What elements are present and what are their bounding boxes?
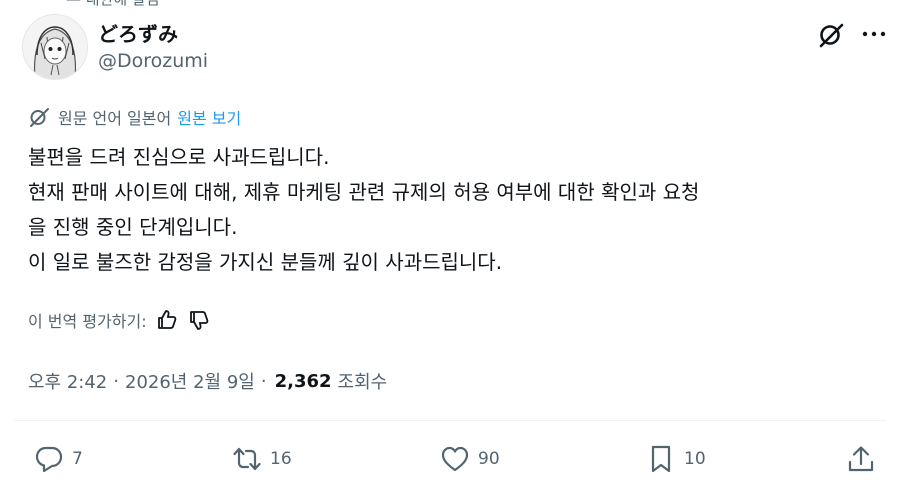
reply-button[interactable]: 7 (34, 444, 83, 474)
more-options-icon[interactable] (860, 22, 888, 46)
thumbs-up-icon[interactable] (155, 308, 179, 332)
meta-separator: · (113, 370, 119, 392)
rate-translation-row: 이 번역 평가하기: (28, 308, 211, 332)
views-count: 2,362 (274, 370, 332, 392)
tweet-meta: 오후 2:42 · 2026년 2월 9일 · 2,362 조회수 (28, 368, 387, 394)
bookmark-icon (651, 445, 671, 473)
retweet-count: 16 (270, 449, 292, 469)
like-count: 90 (478, 449, 500, 469)
divider (14, 420, 886, 421)
bookmark-button[interactable]: 10 (646, 444, 706, 474)
tweet-text: 불편을 드려 진심으로 사과드립니다. 현재 판매 사이트에 대해, 제휴 마케… (28, 145, 700, 274)
views-label: 조회수 (337, 372, 388, 393)
share-icon (848, 446, 874, 472)
show-original-link[interactable]: 원본 보기 (177, 105, 241, 129)
avatar-drawing-icon (23, 15, 87, 79)
previous-post-fade: — 내한해 알림 (0, 0, 900, 8)
display-name[interactable]: どろずみ (98, 18, 178, 47)
like-button[interactable]: 90 (440, 444, 500, 474)
reply-icon (35, 446, 63, 473)
meta-separator: · (260, 370, 267, 392)
reply-count: 7 (72, 449, 83, 469)
translation-notice-text: 원문 언어 일본어 (58, 109, 172, 128)
thumbs-down-icon[interactable] (187, 308, 211, 332)
grok-translate-icon (30, 108, 49, 127)
retweet-button[interactable]: 16 (232, 444, 292, 474)
bookmark-count: 10 (684, 449, 706, 469)
grok-icon[interactable] (818, 22, 844, 48)
user-handle[interactable]: @Dorozumi (98, 50, 208, 72)
previous-post-text: — 내한해 알림 (66, 0, 160, 8)
heart-icon (441, 446, 469, 472)
avatar[interactable] (22, 14, 88, 80)
tweet-time[interactable]: 오후 2:42 (28, 368, 107, 394)
tweet-date[interactable]: 2026년 2월 9일 (125, 368, 255, 394)
share-button[interactable] (846, 444, 884, 474)
retweet-icon (233, 447, 261, 471)
rate-translation-label: 이 번역 평가하기: (28, 312, 147, 331)
translation-notice: 원문 언어 일본어 원본 보기 (28, 105, 241, 129)
